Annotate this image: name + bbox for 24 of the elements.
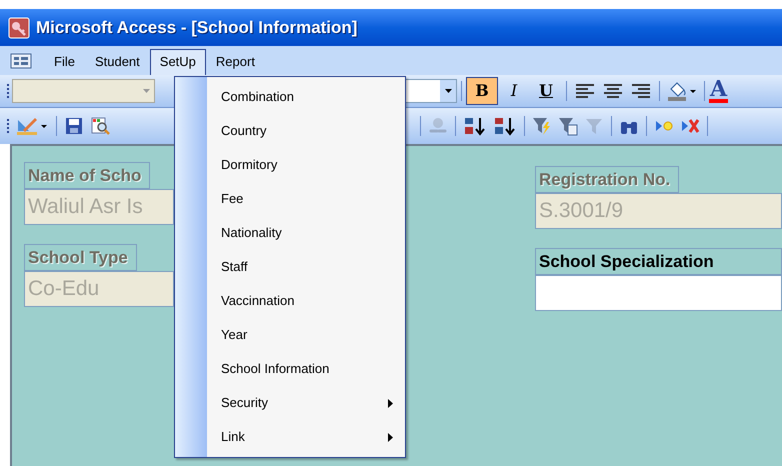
menu-item[interactable]: Country xyxy=(207,114,405,148)
field-label: Registration No. xyxy=(535,166,680,193)
menu-item[interactable]: SetUp xyxy=(150,49,206,75)
font-color-button[interactable]: A xyxy=(709,79,728,103)
menu-item[interactable]: Security xyxy=(207,386,405,420)
field-label: School Type xyxy=(24,244,137,271)
format-button[interactable]: B xyxy=(466,77,498,105)
menu-item[interactable]: Year xyxy=(207,318,405,352)
menu-item[interactable]: Fee xyxy=(207,182,405,216)
format-button[interactable]: U xyxy=(530,77,562,105)
menu-item[interactable]: Dormitory xyxy=(207,148,405,182)
menu-item[interactable]: Link xyxy=(207,420,405,454)
menu-item[interactable]: Report xyxy=(206,49,265,75)
field-label: Name of Scho xyxy=(24,162,150,189)
menu-item[interactable]: Combination xyxy=(207,80,405,114)
menu-item[interactable]: File xyxy=(44,49,85,75)
menu-item[interactable]: Staff xyxy=(207,250,405,284)
window-title: Microsoft Access - [School Information] xyxy=(36,16,358,39)
menu-item[interactable]: School Information xyxy=(207,352,405,386)
menu-item[interactable]: Student xyxy=(84,49,150,75)
field-label: School Specialization xyxy=(535,248,782,275)
menu-item[interactable]: Nationality xyxy=(207,216,405,250)
menu-item[interactable]: Vaccinnation xyxy=(207,284,405,318)
format-button[interactable]: I xyxy=(498,77,530,105)
